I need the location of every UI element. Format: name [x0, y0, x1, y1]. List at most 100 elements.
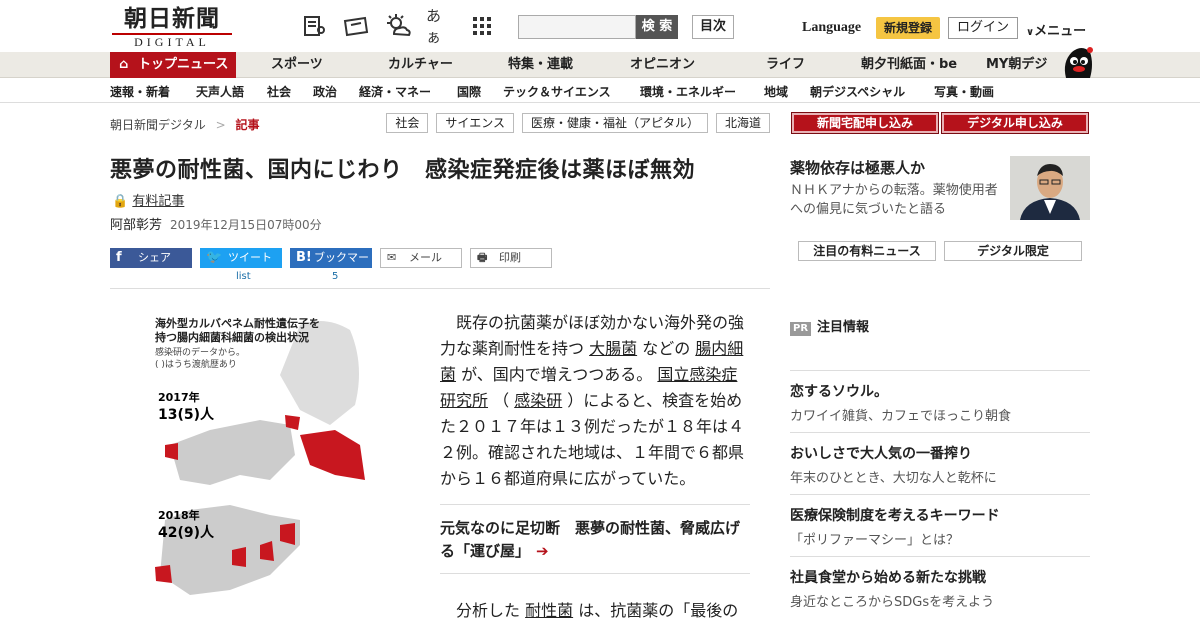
arrow-right-icon: ➔ — [536, 542, 549, 560]
premium-news-button[interactable]: 注目の有料ニュース — [798, 241, 936, 261]
paid-label[interactable]: 有料記事 — [132, 194, 184, 209]
header-icon-bar: あぁ — [300, 7, 496, 46]
nav-paper[interactable]: 朝夕刊紙面・be — [861, 52, 957, 78]
share-label: ツイート — [228, 251, 272, 264]
body-text: が、国内で増えつつある。 — [456, 365, 658, 384]
facebook-share-button[interactable]: f シェア — [110, 248, 192, 268]
pr-item[interactable]: 医療保険制度を考えるキーワード 「ポリファーマシー」とは？ — [790, 494, 1090, 548]
twitter-icon: 🐦 — [206, 250, 223, 265]
sub-nav: 速報・新着 天声人語 社会 政治 経済・マネー 国際 テック＆サイエンス 環境・… — [0, 79, 1200, 103]
mascot-icon[interactable] — [1060, 44, 1094, 80]
map-year-2017: 2017年 — [158, 390, 200, 404]
subnav-item[interactable]: 社会 — [267, 83, 291, 100]
tag-item[interactable]: 医療・健康・福祉（アピタル） — [521, 113, 708, 133]
breadcrumb-sep: > — [215, 118, 226, 132]
body-text: （ — [488, 391, 515, 410]
nav-features[interactable]: 特集・連載 — [508, 52, 573, 78]
nav-life[interactable]: ライフ — [766, 52, 805, 78]
pr-item[interactable]: おいしさで大人気の一番搾り 年末のひととき、大切な人と乾杯に — [790, 432, 1090, 486]
tag-item[interactable]: サイエンス — [436, 113, 514, 133]
hatena-bookmark-button[interactable]: B! ブックマーク — [290, 248, 372, 284]
pr-badge: PR — [790, 322, 812, 336]
digital-only-button[interactable]: デジタル限定 — [944, 241, 1082, 261]
body-link[interactable]: 感染研 — [514, 391, 562, 410]
subnav-item[interactable]: 経済・マネー — [359, 83, 431, 100]
pr-item-title: おいしさで大人気の一番搾り — [790, 446, 972, 462]
article-body: 既存の抗菌薬がほぼ効かない海外発の強力な薬剤耐性を持つ 大腸菌 などの 腸内細菌… — [440, 310, 746, 492]
byline: 阿部彰芳 2019年12月15日07時00分 — [110, 214, 322, 233]
feature-photo[interactable] — [1010, 156, 1090, 220]
nav-my[interactable]: MY朝デジ — [986, 52, 1047, 78]
breadcrumb-home[interactable]: 朝日新聞デジタル — [110, 118, 206, 132]
feature-desc[interactable]: ＮＨＫアナからの転落。薬物使用者への偏見に気づいたと語る — [790, 181, 1002, 219]
print-icon: 🖶 — [477, 251, 488, 264]
subnav-item[interactable]: 朝デジスペシャル — [810, 83, 905, 100]
tag-item[interactable]: 北海道 — [715, 113, 770, 133]
register-button[interactable]: 新規登録 — [876, 17, 940, 39]
body-link[interactable]: 大腸菌 — [589, 339, 637, 358]
feature-title[interactable]: 薬物依存は極悪人か — [790, 157, 925, 178]
japan-map-figure: 海外型カルバペネム耐性遺伝子を 持つ腸内細菌科細菌の検出状況 感染研のデータから… — [155, 316, 365, 595]
subnav-item[interactable]: 環境・エネルギー — [640, 83, 736, 100]
ticket-icon[interactable] — [342, 12, 370, 40]
article-body-2: 分析した 耐性菌 は、抗菌薬の「最後の — [440, 598, 746, 624]
search-input[interactable] — [518, 15, 636, 39]
related-text: 元気なのに足切断 悪夢の耐性菌、脅威広げる「運び屋」 — [440, 519, 741, 560]
share-label: ブックマーク — [314, 251, 369, 284]
subnav-item[interactable]: 政治 — [313, 83, 337, 100]
nav-sports[interactable]: スポーツ — [271, 52, 323, 78]
share-label: 印刷 — [499, 251, 521, 264]
pr-item[interactable]: 社員食堂から始める新たな挑戦 身近なところからSDGsを考えよう — [790, 556, 1090, 610]
related-title: 元気なのに足切断 悪夢の耐性菌、脅威広げる「運び屋」 ➔ — [440, 517, 750, 563]
map-title: 海外型カルバペネム耐性遺伝子を — [155, 316, 320, 330]
hatena-icon: B! — [296, 250, 312, 265]
map-title: 持つ腸内細菌科細菌の検出状況 — [155, 330, 309, 344]
subnav-item[interactable]: 速報・新着 — [110, 83, 170, 100]
related-article[interactable]: 元気なのに足切断 悪夢の耐性菌、脅威広げる「運び屋」 ➔ — [440, 504, 750, 574]
menu-button[interactable]: ∨メニュー — [1026, 20, 1086, 39]
pr-heading: PR 注目情報 — [790, 316, 869, 336]
mail-button[interactable]: ✉ メール — [380, 248, 462, 268]
body-text: などの — [637, 339, 696, 358]
share-label: メール — [409, 251, 442, 264]
subscribe-paper-button[interactable]: 新聞宅配申し込み — [791, 112, 939, 134]
newspaper-icon[interactable] — [300, 12, 328, 40]
font-size-icon[interactable]: あぁ — [426, 7, 454, 46]
subnav-item[interactable]: 天声人語 — [196, 83, 244, 100]
subnav-item[interactable]: 地域 — [764, 83, 788, 100]
tag-item[interactable]: 社会 — [386, 113, 429, 133]
logo-text: 朝日新聞 — [124, 5, 220, 32]
body-link[interactable]: 耐性菌 — [525, 601, 573, 620]
nav-opinion[interactable]: オピニオン — [630, 52, 695, 78]
nav-label: トップニュース — [138, 57, 229, 72]
hatena-count[interactable]: 5 — [332, 271, 338, 282]
article-title: 悪夢の耐性菌、国内にじわり 感染症発症後は薬ほぼ無効 — [110, 158, 696, 183]
map-note: 感染研のデータから。 — [155, 346, 245, 358]
subnav-item[interactable]: 国際 — [457, 83, 481, 100]
login-button[interactable]: ログイン — [948, 17, 1018, 39]
pr-item-desc: 「ポリファーマシー」とは？ — [790, 533, 960, 548]
author-name[interactable]: 阿部彰芳 — [110, 218, 162, 233]
facebook-icon: f — [116, 250, 122, 265]
breadcrumb-current: 記事 — [235, 118, 260, 132]
logo-sub: DIGITAL — [112, 33, 232, 49]
body-text: 分析した — [440, 601, 526, 620]
map-year-2018: 2018年 — [158, 508, 200, 522]
nav-top-news[interactable]: ⌂ トップニュース — [110, 52, 236, 78]
nav-culture[interactable]: カルチャー — [388, 52, 453, 78]
site-logo[interactable]: 朝日新聞 DIGITAL — [112, 5, 232, 49]
language-link[interactable]: Language — [802, 20, 861, 36]
pr-item[interactable]: 恋するソウル。 カワイイ雑貨、カフェでほっこり朝食 — [790, 370, 1090, 424]
subnav-item[interactable]: テック＆サイエンス — [503, 83, 611, 100]
twitter-share-button[interactable]: 🐦 ツイート — [200, 248, 282, 268]
publish-date: 2019年12月15日07時00分 — [170, 218, 322, 232]
weather-icon[interactable] — [384, 12, 412, 40]
toc-button[interactable]: 目次 — [692, 15, 734, 39]
print-button[interactable]: 🖶 印刷 — [470, 248, 552, 268]
subnav-item[interactable]: 写真・動画 — [934, 83, 994, 100]
map-count-2018: 42(9)人 — [158, 524, 215, 541]
search-button[interactable]: 検 索 — [636, 15, 678, 39]
grid-menu-icon[interactable] — [468, 12, 496, 40]
twitter-count[interactable]: list — [236, 271, 251, 282]
subscribe-digital-button[interactable]: デジタル申し込み — [941, 112, 1089, 134]
